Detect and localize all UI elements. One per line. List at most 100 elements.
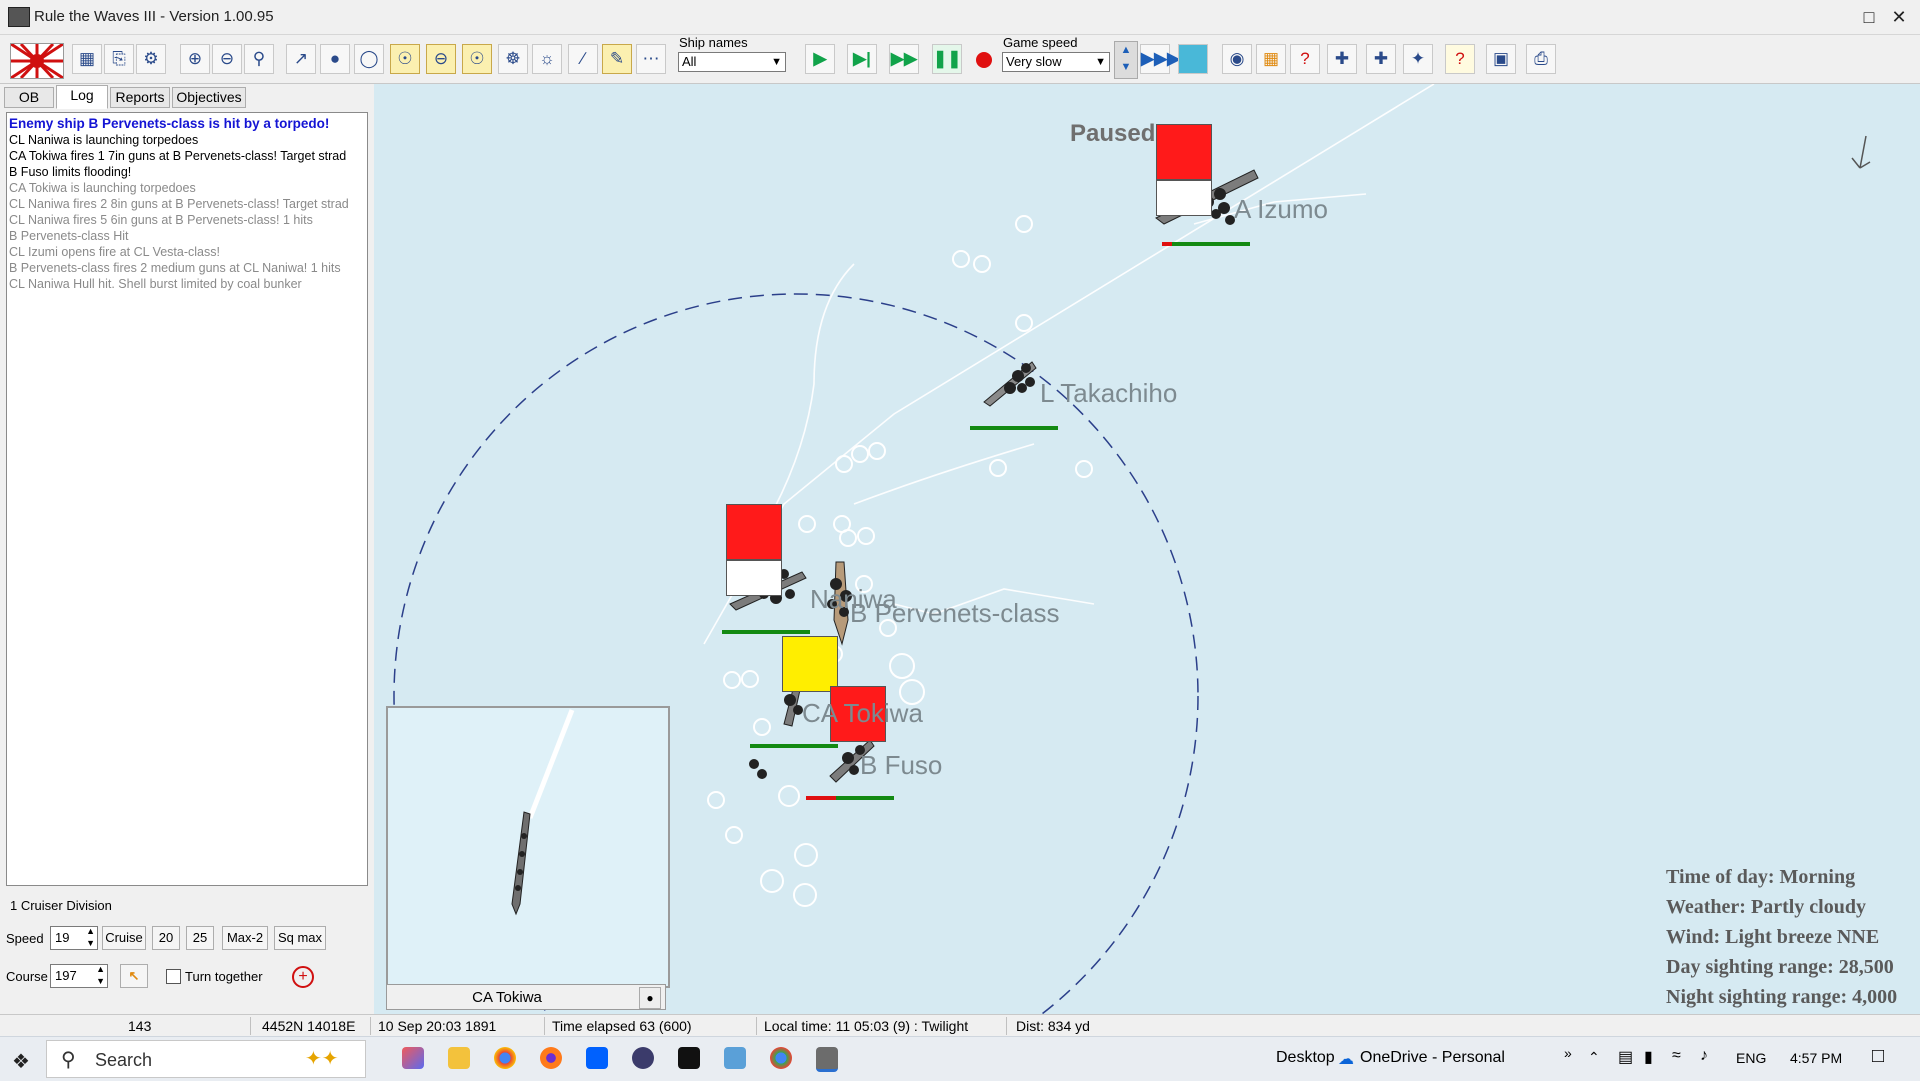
screenshot-icon[interactable]: ▣ — [1486, 44, 1516, 74]
desktop-label[interactable]: Desktop — [1276, 1049, 1335, 1067]
vision-range-icon[interactable]: ☉ — [462, 44, 492, 74]
taskbar-search[interactable]: ⚲ Search ✦✦ — [46, 1040, 366, 1078]
nation-flag-icon[interactable] — [10, 43, 64, 79]
log-list[interactable]: Enemy ship B Pervenets-class is hit by a… — [6, 112, 368, 886]
aircraft-settings-icon[interactable]: ✚ — [1366, 44, 1396, 74]
ship-names-select[interactable]: All ▼ — [678, 52, 786, 72]
gun-range-icon[interactable]: ☉ — [390, 44, 420, 74]
close-button[interactable]: ✕ — [1882, 4, 1916, 30]
status-distance: Dist: 834 yd — [1016, 1018, 1090, 1034]
rtw3-taskbar-icon[interactable] — [816, 1047, 838, 1072]
lock-icon[interactable]: ● — [320, 44, 350, 74]
game-speed-select[interactable]: Very slow ▼ — [1002, 52, 1110, 72]
tab-ob[interactable]: OB — [4, 87, 54, 108]
firefox-icon[interactable] — [540, 1047, 562, 1069]
speaker-icon[interactable]: ♪ — [1700, 1047, 1708, 1065]
play-icon[interactable]: ▶ — [805, 44, 835, 74]
course-label: Course — [6, 969, 48, 984]
record-icon[interactable] — [976, 52, 992, 68]
status-local-time: Local time: 11 05:03 (9) : Twilight — [764, 1018, 969, 1034]
step-play-icon[interactable]: ▶| — [847, 44, 877, 74]
aircraft-icon[interactable]: ✚ — [1327, 44, 1357, 74]
lock-icon[interactable]: ● — [639, 987, 661, 1009]
health-bar-izumo — [1162, 242, 1250, 246]
turn-together-checkbox[interactable] — [166, 969, 181, 984]
wifi-icon[interactable]: ≈ — [1672, 1047, 1681, 1065]
tab-log[interactable]: Log — [56, 85, 108, 109]
settings-gear-icon[interactable]: ⚙ — [136, 44, 166, 74]
pencil-icon[interactable]: ✎ — [602, 44, 632, 74]
chrome-alt-icon[interactable] — [770, 1047, 792, 1069]
app-icon-blue[interactable] — [724, 1047, 746, 1069]
square-max-button[interactable]: Sq max — [274, 926, 326, 950]
ship-label-pervenets[interactable]: B Pervenets-class — [850, 598, 1060, 629]
tab-reports[interactable]: Reports — [110, 87, 170, 108]
ship-label-izumo[interactable]: A Izumo — [1234, 194, 1328, 225]
wheel-icon[interactable]: ☸ — [498, 44, 528, 74]
file-explorer-icon[interactable] — [448, 1047, 470, 1069]
speed-20-button[interactable]: 20 — [152, 926, 180, 950]
save-icon[interactable]: ▦ — [72, 44, 102, 74]
speed-spinner[interactable]: ▲ ▼ — [1114, 41, 1138, 79]
status-cell-1: 143 — [128, 1018, 152, 1034]
alert-chart-icon[interactable]: ? — [1290, 44, 1320, 74]
range-circle-icon[interactable]: ◯ — [354, 44, 384, 74]
formation-icon[interactable]: ↗ — [286, 44, 316, 74]
speed-25-button[interactable]: 25 — [186, 926, 214, 950]
torpedo-range-icon[interactable]: ⊖ — [426, 44, 456, 74]
maximize-button[interactable]: □ — [1852, 4, 1886, 30]
course-arrow-button[interactable]: ↖ — [120, 964, 148, 988]
title-bar: Rule the Waves III - Version 1.00.95 □ ✕ — [0, 0, 1920, 35]
onepassword-icon[interactable] — [632, 1047, 654, 1069]
speed-input[interactable]: 19 ▲ ▼ — [50, 926, 98, 950]
language-indicator[interactable]: ENG — [1736, 1050, 1766, 1066]
copilot-icon[interactable] — [402, 1047, 424, 1069]
exit-icon[interactable]: ⎘ — [104, 44, 134, 74]
pause-icon[interactable]: ❚❚ — [932, 44, 962, 74]
search-placeholder: Search — [95, 1050, 153, 1070]
aircraft-group-icon[interactable]: ✦ — [1403, 44, 1433, 74]
target-crosshair-icon[interactable]: + — [292, 966, 314, 988]
dropbox-icon[interactable] — [586, 1047, 608, 1069]
window-title: Rule the Waves III - Version 1.00.95 — [34, 8, 274, 25]
fast-forward-icon[interactable]: ▶▶ — [889, 44, 919, 74]
compass-icon[interactable]: ☼ — [532, 44, 562, 74]
log-line: CL Naniwa is launching torpedoes — [9, 133, 199, 147]
zoom-in-icon[interactable]: ⊕ — [180, 44, 210, 74]
ship-label-tokiwa[interactable]: CA Tokiwa — [802, 698, 923, 729]
overflow-chevron-icon[interactable]: » — [1564, 1045, 1572, 1061]
battery-icon[interactable]: ▮ — [1644, 1047, 1653, 1067]
chevron-up-icon[interactable]: ⌃ — [1588, 1049, 1600, 1066]
log-line: B Pervenets-class fires 2 medium guns at… — [9, 261, 341, 275]
flag-naniwa — [726, 504, 782, 560]
cruise-button[interactable]: Cruise — [102, 926, 146, 950]
course-input[interactable]: 197 ▲ ▼ — [50, 964, 108, 988]
globe-icon[interactable]: ◉ — [1222, 44, 1252, 74]
ship-label-fuso[interactable]: B Fuso — [860, 750, 942, 781]
documents-icon[interactable]: ▦ — [1256, 44, 1286, 74]
spin-arrows-icon[interactable]: ▲ ▼ — [96, 963, 105, 987]
notifications-icon[interactable]: □ — [1872, 1045, 1884, 1068]
onedrive-label[interactable]: OneDrive - Personal — [1360, 1049, 1505, 1067]
help-icon[interactable]: ? — [1445, 44, 1475, 74]
chrome-icon[interactable] — [494, 1047, 516, 1069]
log-line: B Fuso limits flooding! — [9, 165, 132, 179]
sparkle-icon: ✦✦ — [305, 1048, 339, 1070]
wake-line — [753, 263, 855, 545]
spin-arrows-icon[interactable]: ▲ ▼ — [86, 925, 95, 949]
fastest-forward-icon[interactable]: ▶▶▶ — [1140, 44, 1180, 74]
print-icon[interactable]: ⎙ — [1526, 44, 1556, 74]
dotted-line-icon[interactable]: ⋯ — [636, 44, 666, 74]
device-icon[interactable]: ▤ — [1618, 1047, 1633, 1067]
zoom-out-icon[interactable]: ⊖ — [212, 44, 242, 74]
terminal-icon[interactable] — [678, 1047, 700, 1069]
zoom-fit-icon[interactable]: ⚲ — [244, 44, 274, 74]
clock[interactable]: 4:57 PM — [1790, 1050, 1842, 1066]
screen-icon[interactable] — [1178, 44, 1208, 74]
ship-label-takachiho[interactable]: L Takachiho — [1040, 378, 1177, 409]
windows-start-icon[interactable]: ❖ — [12, 1049, 30, 1074]
tab-objectives[interactable]: Objectives — [172, 87, 246, 108]
max-minus-2-button[interactable]: Max-2 — [222, 926, 268, 950]
wake-line — [527, 709, 575, 819]
line-icon[interactable]: ∕ — [568, 44, 598, 74]
